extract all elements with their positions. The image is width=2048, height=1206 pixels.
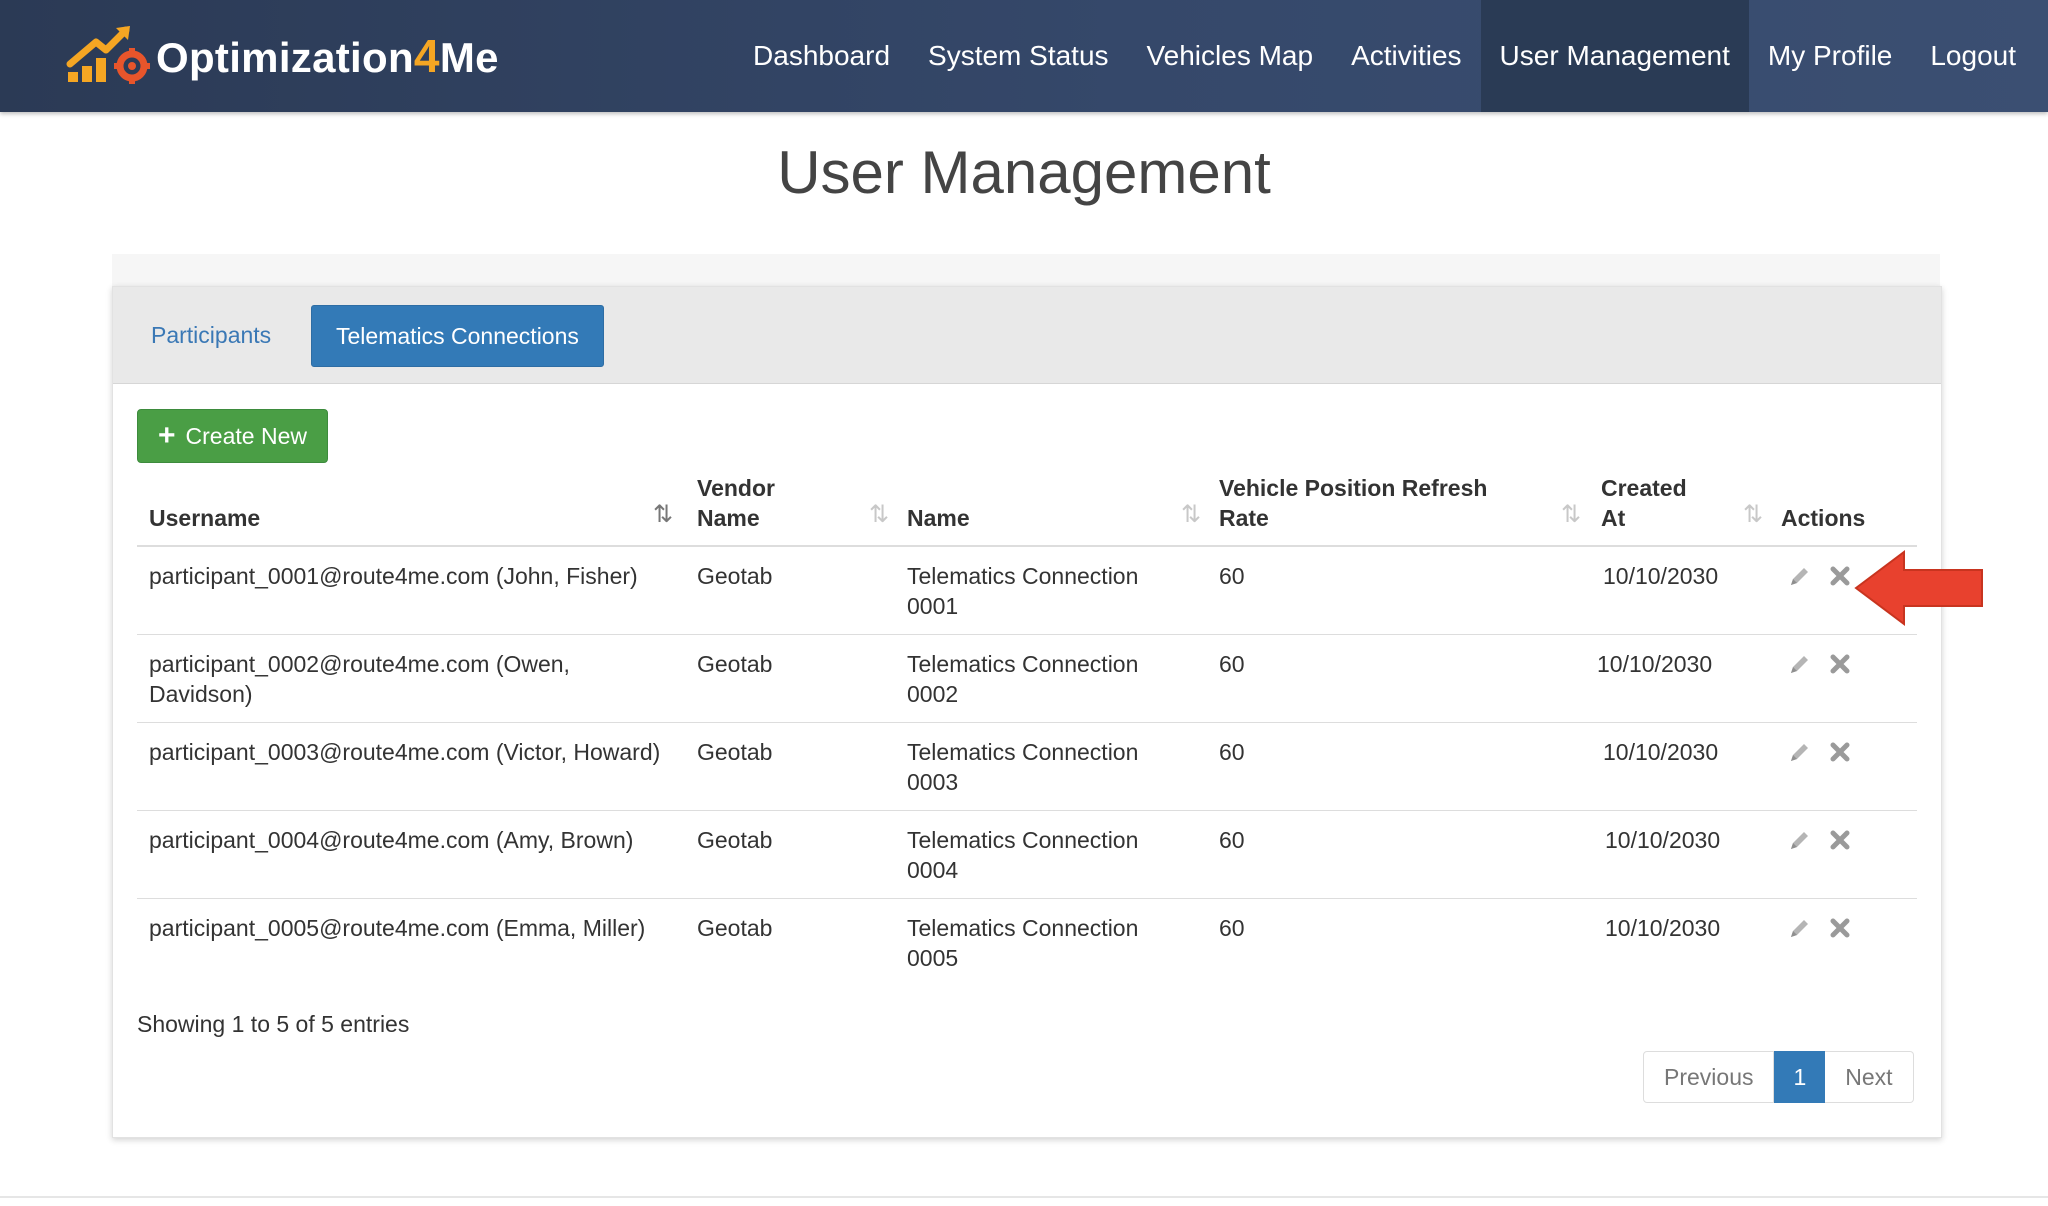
page-title: User Management xyxy=(777,139,1271,206)
cell-vendor: Geotab xyxy=(697,739,773,765)
cell-name: Telematics Connection 0002 xyxy=(907,651,1139,707)
previous-page-button[interactable]: Previous xyxy=(1643,1051,1775,1103)
cell-name: Telematics Connection 0004 xyxy=(907,827,1139,883)
pencil-icon[interactable] xyxy=(1785,913,1815,943)
cell-name: Telematics Connection 0005 xyxy=(907,915,1139,971)
plus-icon: + xyxy=(158,419,176,452)
column-header-actions: Actions xyxy=(1781,505,1866,531)
cell-username: participant_0001@route4me.com (John, Fis… xyxy=(149,563,638,589)
panel-header-strip xyxy=(112,254,1940,286)
cell-rate: 60 xyxy=(1219,915,1245,941)
close-icon[interactable] xyxy=(1825,913,1855,943)
cell-created: 10/10/2030 xyxy=(1603,739,1719,765)
brand-logo-link[interactable]: Optimization4Me xyxy=(66,24,499,88)
next-page-button[interactable]: Next xyxy=(1825,1051,1914,1103)
column-header-name[interactable]: Name xyxy=(907,503,970,533)
cell-vendor: Geotab xyxy=(697,563,773,589)
cell-vendor: Geotab xyxy=(697,827,773,853)
pencil-icon[interactable] xyxy=(1785,737,1815,767)
main-nav: Dashboard System Status Vehicles Map Act… xyxy=(734,0,2048,112)
column-header-vendor-name[interactable]: Vendor Name xyxy=(697,473,775,533)
pencil-icon[interactable] xyxy=(1785,825,1815,855)
pencil-icon[interactable] xyxy=(1785,649,1815,679)
cell-rate: 60 xyxy=(1219,563,1245,589)
column-header-username[interactable]: Username xyxy=(149,503,260,533)
row-actions xyxy=(1785,825,1865,855)
nav-item-system-status[interactable]: System Status xyxy=(909,0,1128,112)
cell-rate: 60 xyxy=(1219,651,1245,677)
pagination: Previous 1 Next xyxy=(1643,1051,1914,1103)
pencil-icon[interactable] xyxy=(1785,561,1815,591)
cell-rate: 60 xyxy=(1219,827,1245,853)
column-header-created-at[interactable]: Created At xyxy=(1601,473,1687,533)
cell-username: participant_0003@route4me.com (Victor, H… xyxy=(149,739,661,765)
sort-icon[interactable]: ⇅ xyxy=(1181,500,1201,529)
page-1-button[interactable]: 1 xyxy=(1774,1051,1826,1103)
row-actions xyxy=(1785,913,1865,943)
row-actions xyxy=(1785,737,1865,767)
create-new-button[interactable]: + Create New xyxy=(137,409,328,463)
sort-icon[interactable]: ⇅ xyxy=(1743,500,1763,529)
sort-icon[interactable]: ⇅ xyxy=(869,500,889,529)
telematics-table: Username ⇅ Vendor Name ⇅ Name ⇅ Vehicle … xyxy=(137,473,1917,986)
cell-username: participant_0002@route4me.com (Owen, Dav… xyxy=(149,651,570,707)
page-divider xyxy=(0,1196,2048,1198)
table-row: participant_0005@route4me.com (Emma, Mil… xyxy=(137,899,1917,986)
cell-username: participant_0004@route4me.com (Amy, Brow… xyxy=(149,827,634,853)
close-icon[interactable] xyxy=(1825,825,1855,855)
cell-created: 10/10/2030 xyxy=(1605,915,1721,941)
close-icon[interactable] xyxy=(1825,737,1855,767)
table-row: participant_0002@route4me.com (Owen, Dav… xyxy=(137,635,1917,723)
table-header: Username ⇅ Vendor Name ⇅ Name ⇅ Vehicle … xyxy=(137,473,1917,547)
cell-created: 10/10/2030 xyxy=(1603,563,1719,589)
cell-name: Telematics Connection 0001 xyxy=(907,563,1139,619)
sort-icon[interactable]: ⇅ xyxy=(1561,500,1581,529)
table-row: participant_0004@route4me.com (Amy, Brow… xyxy=(137,811,1917,899)
nav-item-vehicles-map[interactable]: Vehicles Map xyxy=(1128,0,1333,112)
column-header-refresh-rate[interactable]: Vehicle Position Refresh Rate xyxy=(1219,473,1487,533)
telematics-panel: Participants Telematics Connections + Cr… xyxy=(112,286,1942,1138)
tab-participants[interactable]: Participants xyxy=(133,305,289,365)
arrow-left-icon xyxy=(1854,550,1983,626)
nav-item-activities[interactable]: Activities xyxy=(1332,0,1480,112)
cell-username: participant_0005@route4me.com (Emma, Mil… xyxy=(149,915,646,941)
cell-vendor: Geotab xyxy=(697,915,773,941)
brand-name: Optimization4Me xyxy=(156,30,499,82)
cell-created: 10/10/2030 xyxy=(1597,651,1713,677)
cell-name: Telematics Connection 0003 xyxy=(907,739,1139,795)
nav-item-user-management[interactable]: User Management xyxy=(1480,0,1749,112)
cell-rate: 60 xyxy=(1219,739,1245,765)
tabs-bar: Participants Telematics Connections xyxy=(113,287,1941,384)
top-navbar: Optimization4Me Dashboard System Status … xyxy=(0,0,2048,112)
cell-vendor: Geotab xyxy=(697,651,773,677)
table-row: participant_0003@route4me.com (Victor, H… xyxy=(137,723,1917,811)
nav-item-logout[interactable]: Logout xyxy=(1911,0,2048,112)
nav-item-my-profile[interactable]: My Profile xyxy=(1749,0,1911,112)
tab-telematics-connections[interactable]: Telematics Connections xyxy=(311,305,604,367)
nav-item-dashboard[interactable]: Dashboard xyxy=(734,0,909,112)
create-new-label: Create New xyxy=(185,422,307,449)
sort-ascending-icon[interactable]: ⇅ xyxy=(653,500,673,529)
brand-logo-icon xyxy=(66,26,150,84)
close-icon[interactable] xyxy=(1825,561,1855,591)
cell-created: 10/10/2030 xyxy=(1605,827,1721,853)
close-icon[interactable] xyxy=(1825,649,1855,679)
table-row: participant_0001@route4me.com (John, Fis… xyxy=(137,547,1917,635)
entries-info: Showing 1 to 5 of 5 entries xyxy=(137,1011,410,1037)
row-actions xyxy=(1785,649,1865,679)
